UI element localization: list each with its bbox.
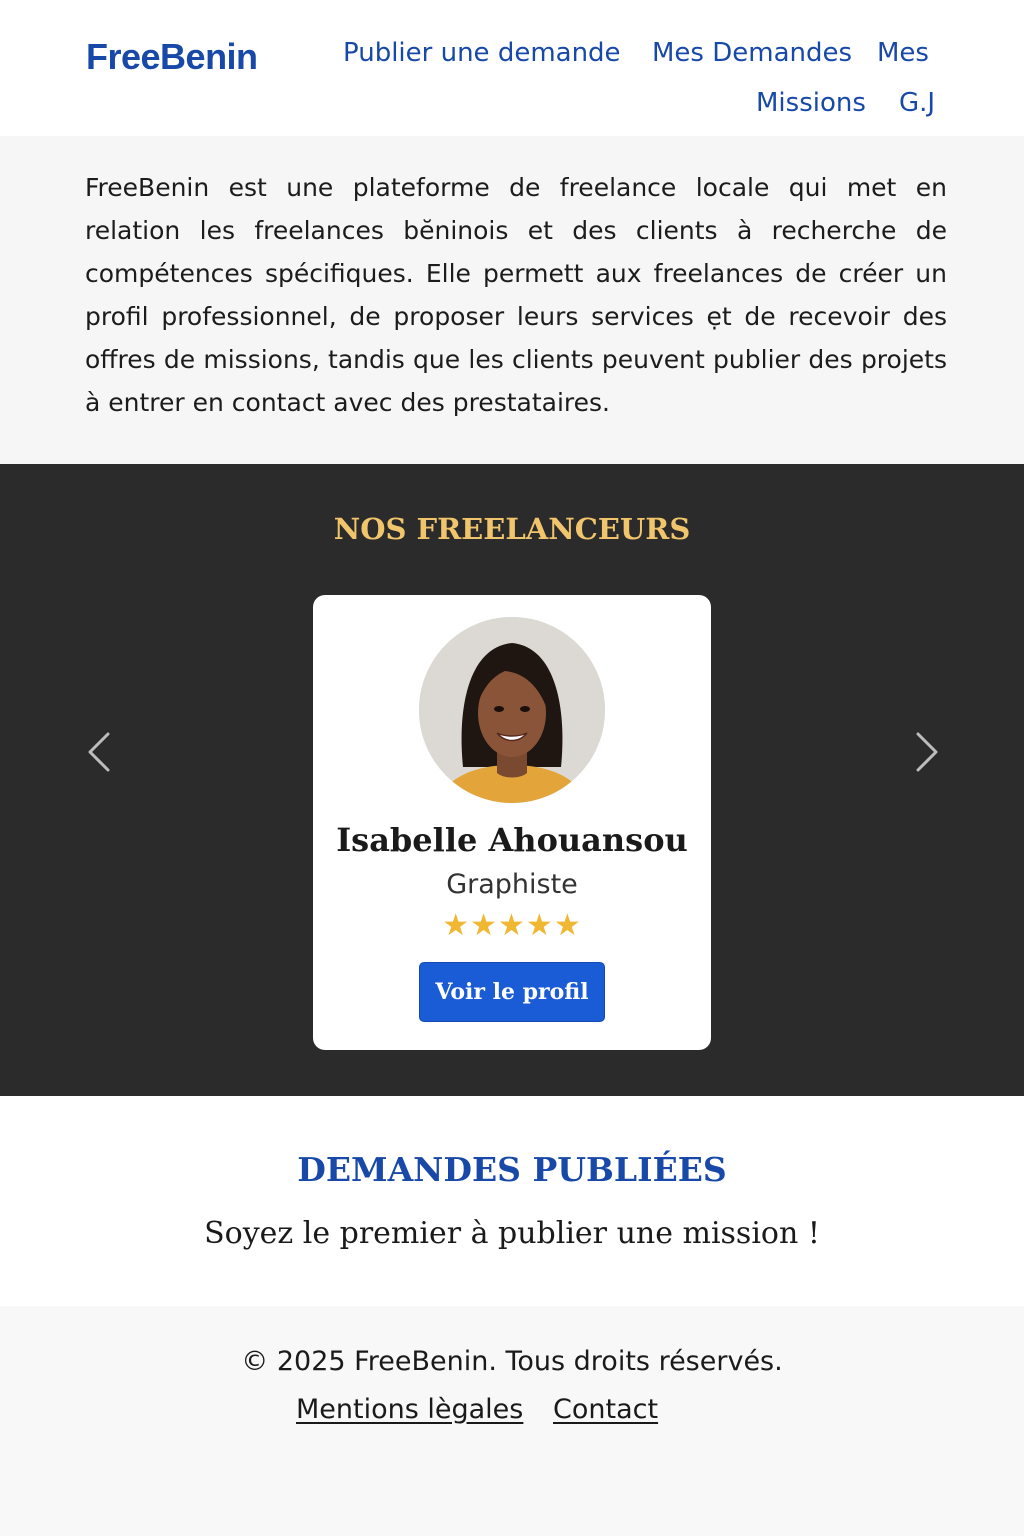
rating-stars: ★★★★★: [442, 908, 582, 943]
footer-link-contact[interactable]: Contact: [553, 1394, 658, 1425]
demandes-section: DEMANDES PUBLIÉES Soyez le premier à pub…: [0, 1096, 1024, 1306]
site-logo[interactable]: FreeBenin: [86, 36, 258, 78]
nav-mes-demandes[interactable]: Mes Demandes: [652, 38, 852, 68]
intro-section: FreeBenin est une plateforme de freelanc…: [0, 136, 1024, 464]
freelancers-title: NOS FREELANCEURS: [333, 512, 691, 546]
nav-mes-missions-part2[interactable]: Missions: [756, 88, 866, 118]
demandes-empty-message: Soyez le premier à publier une mission !: [204, 1216, 820, 1251]
footer-copyright: © 2025 FreeBenin. Tous droits réservés.: [241, 1346, 783, 1377]
demandes-title: DEMANDES PUBLIÉES: [297, 1150, 727, 1189]
view-profile-button[interactable]: Voir le profil: [419, 962, 605, 1022]
avatar: [419, 617, 605, 803]
site-footer: © 2025 FreeBenin. Tous droits réservés. …: [0, 1306, 1024, 1536]
intro-text: FreeBenin est une plateforme de freelanc…: [85, 173, 947, 417]
freelancer-name: Isabelle Ahouansou: [336, 821, 688, 859]
freelancer-card: Isabelle Ahouansou Graphiste ★★★★★ Voir …: [313, 595, 711, 1050]
freelancers-section: NOS FREELANCEURS Isabelle Ahouansou Grap…: [0, 464, 1024, 1096]
nav-mes-missions-part1[interactable]: Mes: [877, 38, 929, 68]
nav-user-gj[interactable]: G.J: [899, 88, 935, 118]
site-header: FreeBenin Publier une demande Mes Demand…: [0, 0, 1024, 136]
chevron-left-icon[interactable]: [84, 730, 114, 774]
footer-link-mentions-legales[interactable]: Mentions lègales: [296, 1394, 523, 1425]
nav-publier-demande[interactable]: Publier une demande: [343, 38, 621, 68]
chevron-right-icon[interactable]: [912, 730, 942, 774]
freelancer-role: Graphiste: [446, 869, 578, 900]
